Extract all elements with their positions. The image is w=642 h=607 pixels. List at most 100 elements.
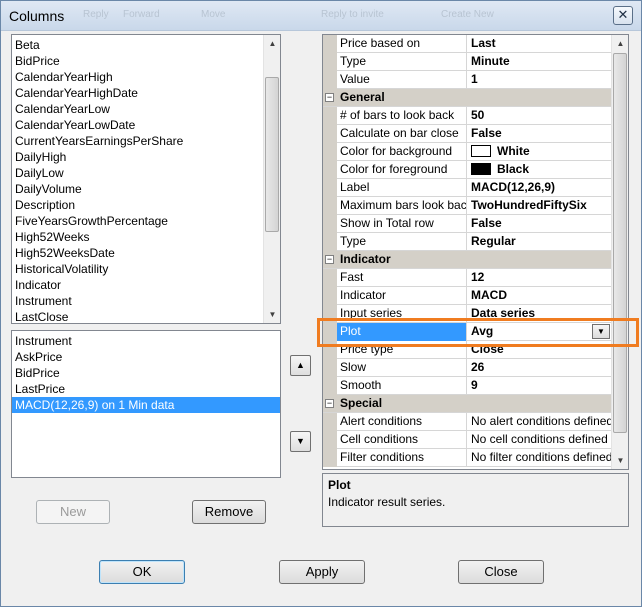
collapse-icon[interactable]: − — [325, 399, 334, 408]
description-title: Plot — [328, 478, 351, 492]
property-value[interactable]: False — [468, 125, 611, 143]
new-button[interactable]: New — [36, 500, 110, 524]
property-row[interactable]: Maximum bars look back TwoHundredFiftySix — [323, 197, 611, 215]
chevron-down-icon[interactable]: ▼ — [592, 324, 610, 339]
close-icon[interactable]: ✕ — [613, 6, 633, 25]
scroll-up-icon[interactable]: ▲ — [264, 35, 280, 52]
selected-column-item[interactable]: AskPrice — [12, 349, 280, 365]
scroll-thumb[interactable] — [613, 53, 627, 433]
ok-button[interactable]: OK — [99, 560, 185, 584]
collapse-icon[interactable]: − — [325, 93, 334, 102]
property-value[interactable]: Minute — [468, 53, 611, 71]
move-up-icon[interactable]: ▲ — [290, 355, 311, 376]
property-row[interactable]: Color for foreground Black — [323, 161, 611, 179]
available-columns-list[interactable]: Beta BidPrice CalendarYearHigh CalendarYear… — [11, 34, 281, 324]
color-swatch — [471, 145, 491, 157]
property-value[interactable]: No cell conditions defined — [468, 431, 611, 449]
property-row[interactable]: Type Regular — [323, 233, 611, 251]
property-row[interactable]: Cell conditions No cell conditions define… — [323, 431, 611, 449]
property-row[interactable]: Label MACD(12,26,9) — [323, 179, 611, 197]
scroll-thumb[interactable] — [265, 77, 279, 232]
selected-column-item[interactable]: BidPrice — [12, 365, 280, 381]
property-name: Smooth — [337, 377, 467, 395]
available-column-item[interactable]: High52WeeksDate — [12, 245, 264, 261]
available-column-item[interactable]: Indicator — [12, 277, 264, 293]
scroll-down-icon[interactable]: ▼ — [612, 452, 628, 469]
available-column-item[interactable]: CalendarYearLowDate — [12, 117, 264, 133]
close-button[interactable]: Close — [458, 560, 544, 584]
available-column-item[interactable]: Beta — [12, 37, 264, 53]
property-row[interactable]: Fast 12 — [323, 269, 611, 287]
property-row[interactable]: Type Minute — [323, 53, 611, 71]
property-value[interactable]: Data series — [468, 305, 611, 323]
apply-button[interactable]: Apply — [279, 560, 365, 584]
property-row[interactable]: Slow 26 — [323, 359, 611, 377]
property-grid-scrollbar[interactable]: ▲ ▼ — [611, 35, 628, 469]
category-label: General — [340, 90, 385, 104]
property-value[interactable]: 12 — [468, 269, 611, 287]
property-value[interactable]: False — [468, 215, 611, 233]
property-value[interactable]: Last — [468, 35, 611, 53]
plot-dropdown[interactable]: Avg ▼ — [468, 323, 611, 341]
row-gutter — [323, 161, 337, 179]
row-gutter — [323, 431, 337, 449]
available-column-item[interactable]: Instrument — [12, 293, 264, 309]
collapse-icon[interactable]: − — [325, 255, 334, 264]
property-row[interactable]: Smooth 9 — [323, 377, 611, 395]
available-column-item[interactable]: CurrentYearsEarningsPerShare — [12, 133, 264, 149]
selected-column-item[interactable]: LastPrice — [12, 381, 280, 397]
property-row[interactable]: Value 1 — [323, 71, 611, 89]
property-value[interactable]: TwoHundredFiftySix — [468, 197, 611, 215]
property-value[interactable]: MACD(12,26,9) — [468, 179, 611, 197]
property-row[interactable]: Calculate on bar close False — [323, 125, 611, 143]
property-value[interactable]: White — [468, 143, 611, 161]
property-row[interactable]: Indicator MACD — [323, 287, 611, 305]
property-row[interactable]: Plot Avg ▼ — [323, 323, 611, 341]
available-column-item[interactable]: High52Weeks — [12, 229, 264, 245]
scroll-down-icon[interactable]: ▼ — [264, 306, 280, 323]
selected-columns-list[interactable]: Instrument AskPrice BidPrice LastPrice MACD(… — [11, 330, 281, 478]
property-row[interactable]: Show in Total row False — [323, 215, 611, 233]
property-row[interactable]: Input series Data series — [323, 305, 611, 323]
available-column-item[interactable]: FiveYearsGrowthPercentage — [12, 213, 264, 229]
available-column-item[interactable]: BidPrice — [12, 53, 264, 69]
property-row[interactable]: Price type Close — [323, 341, 611, 359]
property-value[interactable]: Close — [468, 341, 611, 359]
move-down-icon[interactable]: ▼ — [290, 431, 311, 452]
property-value[interactable]: MACD — [468, 287, 611, 305]
property-value[interactable]: Black — [468, 161, 611, 179]
property-value[interactable]: Regular — [468, 233, 611, 251]
category-label: Indicator — [340, 252, 391, 266]
available-column-item[interactable]: CalendarYearHigh — [12, 69, 264, 85]
available-column-item[interactable]: DailyHigh — [12, 149, 264, 165]
property-value[interactable]: 9 — [468, 377, 611, 395]
selected-column-item[interactable]: MACD(12,26,9) on 1 Min data — [12, 397, 280, 413]
row-gutter — [323, 269, 337, 287]
property-value[interactable]: No filter conditions defined — [468, 449, 611, 467]
property-row[interactable]: # of bars to look back 50 — [323, 107, 611, 125]
available-column-item[interactable]: LastClose — [12, 309, 264, 323]
available-column-item[interactable]: DailyLow — [12, 165, 264, 181]
property-row[interactable]: Alert conditions No alert conditions defi… — [323, 413, 611, 431]
property-name: Maximum bars look back — [337, 197, 467, 215]
available-column-item[interactable]: Description — [12, 197, 264, 213]
property-value[interactable]: No alert conditions defined — [468, 413, 611, 431]
available-column-item[interactable]: CalendarYearHighDate — [12, 85, 264, 101]
title-bar: Columns Reply Forward Move Reply to invi… — [1, 1, 641, 31]
property-value[interactable]: 1 — [468, 71, 611, 89]
available-column-item[interactable]: CalendarYearLow — [12, 101, 264, 117]
category-indicator[interactable]: − Indicator — [323, 251, 611, 269]
remove-button[interactable]: Remove — [192, 500, 266, 524]
category-special[interactable]: − Special — [323, 395, 611, 413]
property-row[interactable]: Price based on Last — [323, 35, 611, 53]
property-value[interactable]: 26 — [468, 359, 611, 377]
available-columns-scrollbar[interactable]: ▲ ▼ — [263, 35, 280, 323]
available-column-item[interactable]: DailyVolume — [12, 181, 264, 197]
property-value[interactable]: 50 — [468, 107, 611, 125]
property-row[interactable]: Filter conditions No filter conditions de… — [323, 449, 611, 467]
scroll-up-icon[interactable]: ▲ — [612, 35, 628, 52]
available-column-item[interactable]: HistoricalVolatility — [12, 261, 264, 277]
property-row[interactable]: Color for background White — [323, 143, 611, 161]
selected-column-item[interactable]: Instrument — [12, 333, 280, 349]
category-general[interactable]: − General — [323, 89, 611, 107]
